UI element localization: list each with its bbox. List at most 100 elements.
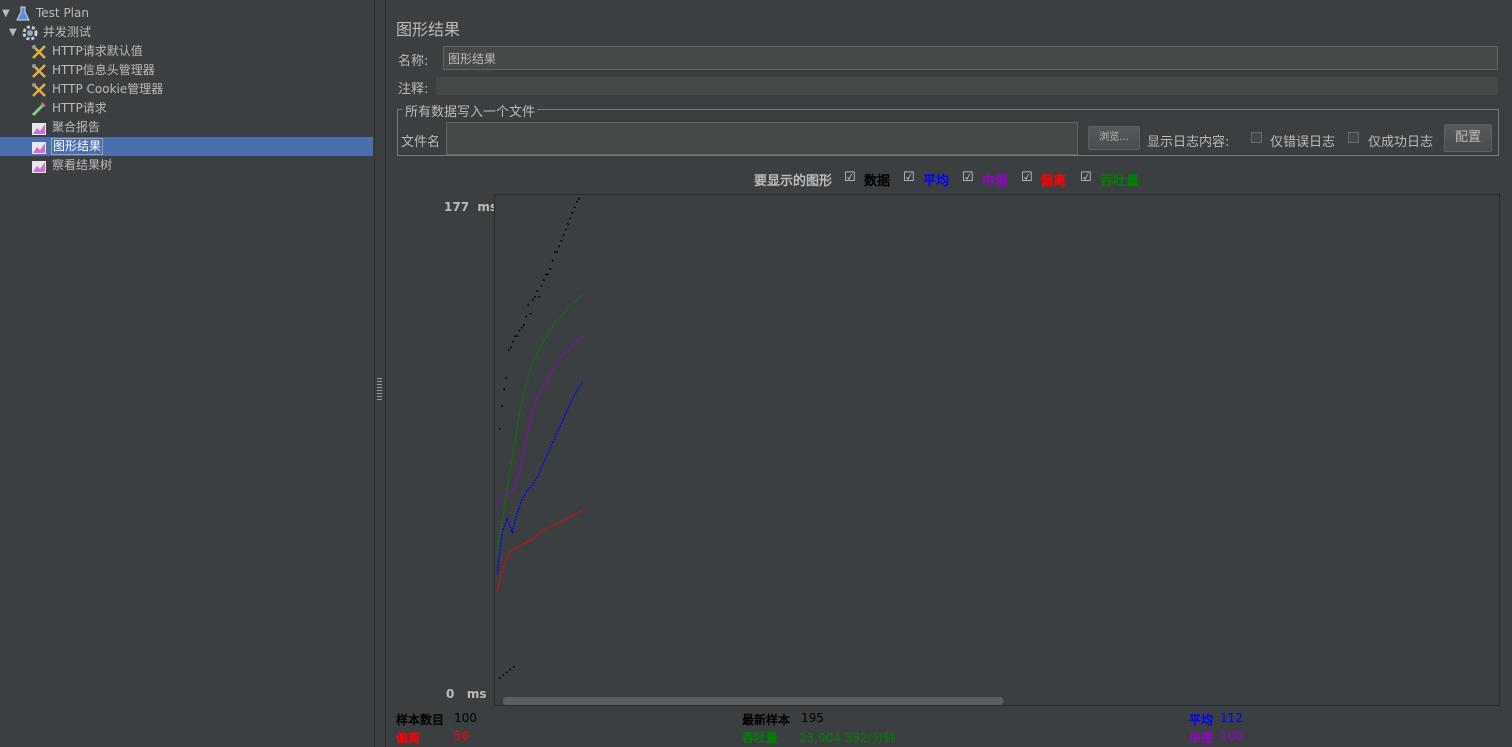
expand-arrow-icon[interactable]: ▼ — [2, 4, 14, 23]
median-checkbox[interactable]: ☑ — [962, 171, 975, 184]
data-point — [543, 279, 545, 281]
chart-icon — [32, 122, 46, 135]
expand-arrow-icon[interactable]: ▼ — [9, 23, 21, 42]
data-point — [518, 329, 521, 332]
data-point — [545, 273, 547, 276]
data-point — [521, 326, 523, 329]
data-point — [576, 200, 578, 203]
y-axis-max-label: 177 ms — [444, 200, 498, 214]
data-point — [578, 198, 580, 200]
configure-button[interactable]: 配置 — [1444, 124, 1492, 152]
data-point — [536, 290, 538, 293]
log-content-label: 显示日志内容: — [1147, 135, 1230, 150]
data-point — [527, 304, 530, 307]
errors-only-checkbox[interactable] — [1251, 132, 1262, 143]
tree-item-label: HTTP请求默认值 — [52, 44, 143, 58]
errors-only-label: 仅错误日志 — [1270, 135, 1336, 150]
data-point — [556, 251, 558, 253]
average-legend-label: 平均 — [923, 174, 950, 189]
latest-sample-label: 最新样本 — [742, 713, 791, 727]
success-only-checkbox[interactable] — [1348, 132, 1359, 143]
data-point — [571, 212, 574, 214]
data-point — [549, 268, 552, 270]
average-checkbox[interactable]: ☑ — [903, 171, 916, 184]
data-point — [538, 296, 541, 298]
tree-item-label: 并发测试 — [43, 25, 92, 39]
tree-item-http-request[interactable]: HTTP请求 — [30, 99, 108, 118]
data-point — [499, 427, 501, 430]
data-point — [532, 298, 534, 301]
wrench-icon — [32, 82, 46, 97]
y-axis-unit: ms — [466, 687, 487, 701]
median-stat-label: 中值 — [1189, 731, 1214, 745]
drag-handle-icon[interactable] — [377, 378, 382, 400]
tree-item-label: HTTP信息头管理器 — [52, 63, 155, 77]
data-point — [565, 228, 567, 231]
throughput-checkbox[interactable]: ☑ — [1080, 171, 1093, 184]
results-graph — [494, 194, 1500, 706]
tree-item-label: HTTP Cookie管理器 — [52, 82, 164, 96]
latest-sample-value: 195 — [801, 711, 824, 725]
flask-icon — [16, 6, 30, 20]
name-field[interactable] — [443, 46, 1498, 70]
chart-icon — [32, 141, 46, 154]
sample-count-value: 100 — [454, 711, 477, 725]
tree-item-cookie-manager[interactable]: HTTP Cookie管理器 — [30, 80, 164, 99]
data-point — [512, 340, 514, 343]
throughput-stat-value: 23,904.382/分钟 — [799, 731, 896, 745]
median-legend-label: 中值 — [982, 174, 1009, 189]
fieldset-legend: 所有数据写入一个文件 — [403, 101, 538, 120]
browse-button[interactable]: 浏览... — [1088, 126, 1140, 150]
tree-item-view-results-tree[interactable]: 察看结果树 — [30, 156, 113, 175]
split-pane-divider[interactable] — [374, 0, 386, 747]
tree-item-header-manager[interactable]: HTTP信息头管理器 — [30, 61, 156, 80]
graphs-to-display-label: 要显示的图形 — [754, 174, 833, 189]
deviation-stat-value: 56 — [454, 729, 470, 743]
data-point — [523, 324, 525, 326]
results-graph-svg — [496, 198, 584, 679]
data-point — [503, 388, 505, 391]
horizontal-scrollbar[interactable] — [503, 697, 1003, 705]
throughput-stat-label: 吞吐量 — [742, 731, 779, 745]
tree-item-http-defaults[interactable]: HTTP请求默认值 — [30, 42, 144, 61]
test-plan-tree[interactable]: ▼ Test Plan ▼ 并发测试 HTTP请求默认值 HTTP信息头管理器 … — [0, 0, 375, 747]
data-legend-label: 数据 — [864, 174, 891, 189]
graph-results-panel: 图形结果 名称: 注释: 所有数据写入一个文件 文件名 浏览... 显示日志内容… — [386, 0, 1512, 747]
data-point — [547, 273, 549, 276]
deviation-legend-label: 偏离 — [1040, 174, 1067, 189]
tree-item-thread-group[interactable]: ▼ 并发测试 — [9, 23, 92, 42]
name-label: 名称: — [398, 54, 429, 69]
tree-item-test-plan[interactable]: ▼ Test Plan — [2, 4, 90, 23]
deviation-stat-label: 偏离 — [396, 731, 421, 745]
data-point — [525, 315, 527, 318]
comment-field[interactable] — [436, 77, 1498, 95]
tree-item-aggregate-report[interactable]: 聚合报告 — [30, 118, 101, 137]
data-point — [569, 217, 571, 220]
wrench-icon — [32, 44, 46, 59]
filename-label: 文件名 — [401, 135, 441, 150]
page-title: 图形结果 — [396, 20, 461, 39]
filename-field[interactable] — [446, 122, 1078, 155]
data-point — [502, 674, 505, 676]
pipette-icon — [31, 101, 46, 116]
median-series-line — [496, 335, 584, 505]
data-point — [558, 245, 560, 248]
y-axis-min-label: 0 ms — [446, 687, 487, 701]
wrench-icon — [32, 63, 46, 78]
data-point — [516, 335, 519, 337]
data-point — [514, 335, 516, 337]
median-stat-value: 100 — [1220, 729, 1243, 743]
data-point — [562, 234, 565, 237]
tree-item-label: HTTP请求 — [52, 101, 107, 115]
tree-item-graph-results[interactable]: 图形结果 — [0, 137, 373, 156]
throughput-series-line — [496, 293, 584, 550]
data-checkbox[interactable]: ☑ — [844, 171, 857, 184]
deviation-series-line — [496, 509, 584, 592]
tree-item-label: 聚合报告 — [52, 120, 101, 134]
data-point — [534, 296, 536, 298]
comment-label: 注释: — [398, 82, 429, 97]
data-point — [507, 349, 510, 351]
deviation-checkbox[interactable]: ☑ — [1021, 171, 1034, 184]
chart-icon — [32, 160, 46, 173]
data-point — [573, 206, 576, 209]
